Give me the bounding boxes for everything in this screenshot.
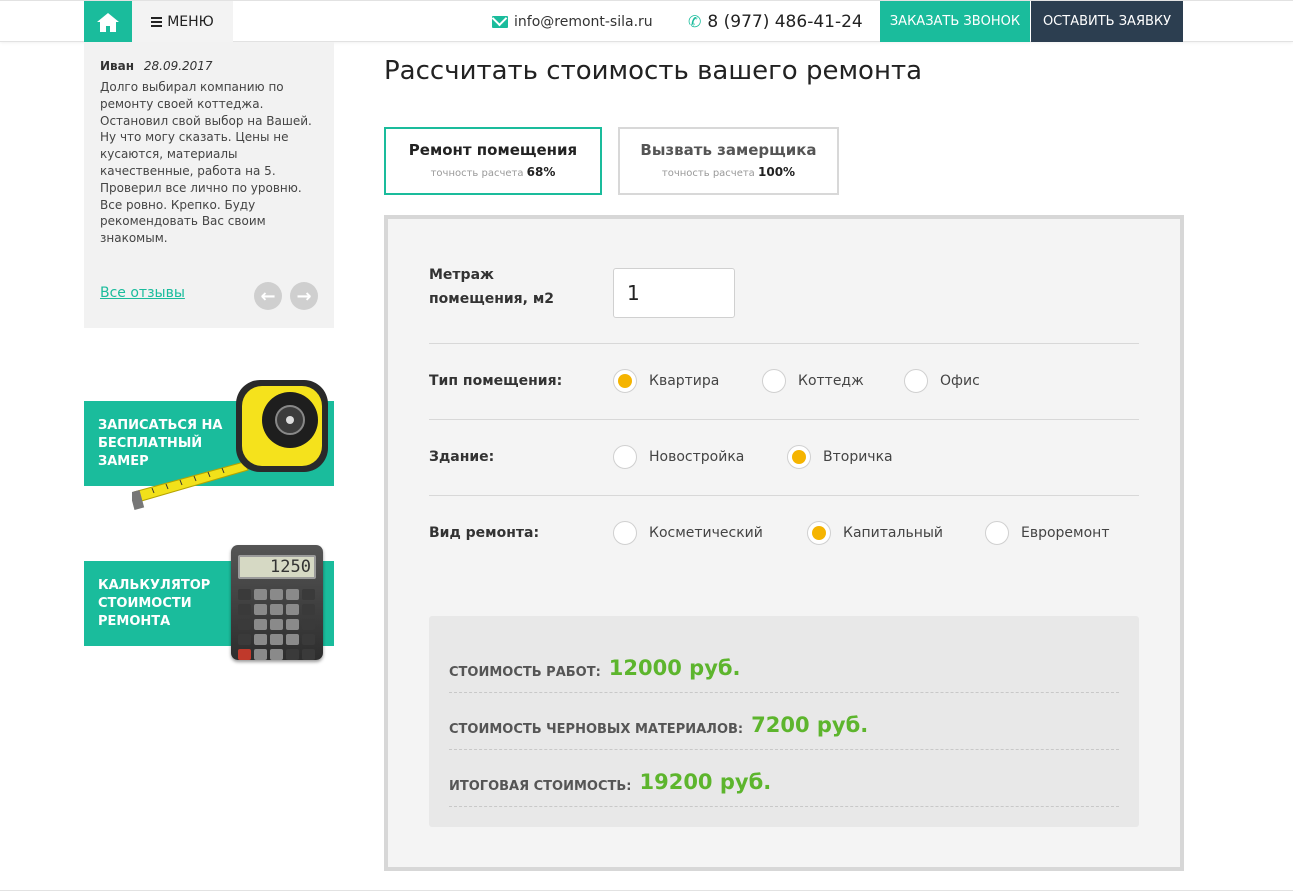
accuracy-value: 100% [758,165,796,179]
arrow-right-icon: → [296,285,312,307]
contact-email[interactable]: info@remont-sila.ru [492,1,653,42]
divider [429,495,1139,496]
radio-label: Капитальный [843,525,944,541]
building-label: Здание: [429,449,495,465]
radio-circle [807,521,831,545]
repair-cosmetic-radio[interactable]: Косметический [613,521,763,545]
radio-label: Косметический [649,525,763,541]
calculator-promo-label: Калькулятор стоимости ремонта [98,578,211,629]
tab-accuracy: точность расчета 100% [620,165,837,179]
request-call-button[interactable]: ЗАКАЗАТЬ ЗВОНОК [880,1,1030,42]
review-text: Долго выбирал компанию по ремонту своей … [100,80,312,246]
building-new-radio[interactable]: Новостройка [613,445,744,469]
cost-calculator-form: Метраж помещения, м2 Тип помещения: Квар… [384,215,1184,871]
total-cost-value: 19200 руб. [639,770,772,794]
arrow-left-icon: ← [260,285,276,307]
radio-label: Офис [940,373,980,389]
next-review-button[interactable]: → [290,282,318,310]
total-cost-label: Итоговая стоимость: [449,779,632,794]
divider [429,343,1139,344]
radio-circle [613,369,637,393]
accuracy-label: точность расчета [661,168,755,179]
home-button[interactable] [84,1,132,42]
radio-label: Новостройка [649,449,745,465]
top-header: МЕНЮ info@remont-sila.ru ✆ 8 (977) 486-4… [0,0,1293,42]
radio-circle [985,521,1009,545]
phone-text: 8 (977) 486-41-24 [707,11,863,32]
page-bottom-divider [0,890,1293,891]
materials-cost-value: 7200 руб. [751,713,869,737]
tab-accuracy: точность расчета 68% [386,165,600,179]
radio-label: Квартира [649,373,720,389]
radio-circle [787,445,811,469]
works-cost-row: Стоимость работ: 12000 руб. [449,616,1119,693]
contact-phone[interactable]: ✆ 8 (977) 486-41-24 [688,1,863,42]
repair-euro-radio[interactable]: Евроремонт [985,521,1109,545]
review-date: 28.09.2017 [143,59,213,73]
phone-icon: ✆ [688,12,702,31]
room-type-office-radio[interactable]: Офис [904,369,980,393]
room-type-cottage-radio[interactable]: Коттедж [762,369,864,393]
calculator-keypad [238,589,318,660]
total-cost-row: Итоговая стоимость: 19200 руб. [449,750,1119,807]
building-secondary-radio[interactable]: Вторичка [787,445,893,469]
room-type-apartment-radio[interactable]: Квартира [613,369,719,393]
radio-circle [762,369,786,393]
prev-review-button[interactable]: ← [254,282,282,310]
radio-circle [613,445,637,469]
room-type-label: Тип помещения: [429,373,563,389]
menu-label: МЕНЮ [167,13,214,30]
divider [429,419,1139,420]
area-label: Метраж помещения, м2 [429,267,555,307]
cost-result-panel: Стоимость работ: 12000 руб. Стоимость че… [429,616,1139,827]
home-icon [97,12,119,32]
radio-label: Вторичка [823,449,893,465]
tape-measure-icon [132,380,328,510]
repair-type-label: Вид ремонта: [429,525,540,541]
tab-title: Вызвать замерщика [640,141,817,159]
radio-label: Евроремонт [1021,525,1110,541]
all-reviews-link[interactable]: Все отзывы [100,285,185,301]
review-card: Иван 28.09.2017 Долго выбирал компанию п… [84,42,334,328]
hamburger-icon [151,15,163,29]
works-cost-label: Стоимость работ: [449,665,601,680]
materials-cost-row: Стоимость черновых материалов: 7200 руб. [449,693,1119,750]
leave-request-button[interactable]: ОСТАВИТЬ ЗАЯВКУ [1031,1,1183,42]
repair-capital-radio[interactable]: Капитальный [807,521,943,545]
accuracy-label: точность расчета [430,168,524,179]
tab-room-repair[interactable]: Ремонт помещения точность расчета 68% [384,127,602,195]
works-cost-value: 12000 руб. [608,656,741,680]
materials-cost-label: Стоимость черновых материалов: [449,722,744,737]
menu-button[interactable]: МЕНЮ [132,1,233,42]
email-text: info@remont-sila.ru [514,13,653,30]
radio-circle [613,521,637,545]
review-author: Иван [100,59,135,73]
page-title: Рассчитать стоимость вашего ремонта [384,56,923,86]
accuracy-value: 68% [526,165,556,179]
tab-call-measurer[interactable]: Вызвать замерщика точность расчета 100% [618,127,839,195]
review-meta: Иван 28.09.2017 [100,59,318,73]
radio-circle [904,369,928,393]
calculator-display: 1250 [238,555,316,579]
mail-icon [492,15,508,28]
radio-label: Коттедж [798,373,864,389]
area-input[interactable] [613,268,735,318]
tab-title: Ремонт помещения [408,141,578,159]
calculator-icon: 1250 [231,545,323,660]
